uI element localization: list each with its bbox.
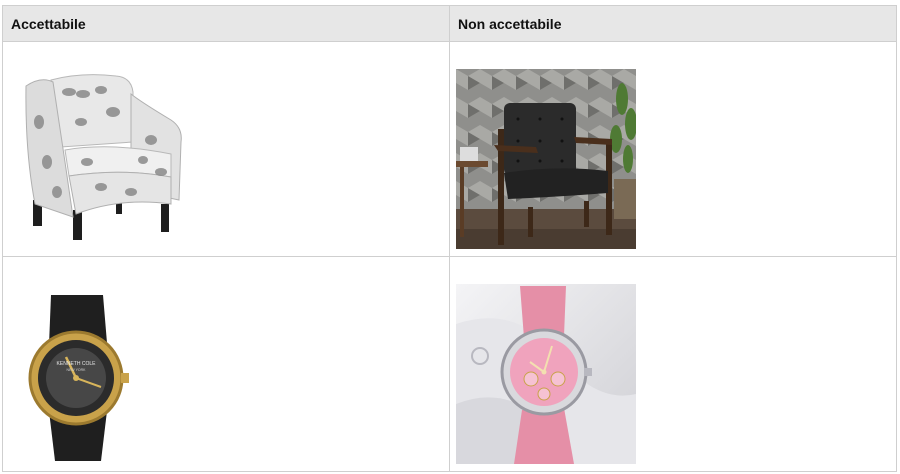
- cell-acceptable-chair: [2, 41, 450, 257]
- comparison-table: Accettabile Non accettabile KENNETH COLE…: [2, 5, 897, 472]
- table-row: [2, 41, 897, 257]
- gold-watch-white-background-image: KENNETH COLE NEW YORK: [21, 293, 131, 463]
- image-guidelines-table: Accettabile Non accettabile KENNETH COLE…: [2, 5, 897, 472]
- header-acceptable: Accettabile: [2, 5, 450, 42]
- cell-not-acceptable-watch: [449, 256, 897, 472]
- cell-not-acceptable-chair: [449, 41, 897, 257]
- watch-brand-subtext: NEW YORK: [67, 368, 87, 372]
- leather-armchair-lifestyle-image: [456, 69, 636, 249]
- header-not-acceptable: Non accettabile: [449, 5, 897, 42]
- armchair-white-background-image: [21, 72, 187, 242]
- cell-acceptable-watch: KENNETH COLE NEW YORK: [2, 256, 450, 472]
- pink-watch-lifestyle-image: [456, 284, 636, 464]
- table-row: KENNETH COLE NEW YORK: [2, 256, 897, 472]
- watch-brand-text: KENNETH COLE: [57, 361, 97, 367]
- table-header-row: Accettabile Non accettabile: [2, 5, 897, 42]
